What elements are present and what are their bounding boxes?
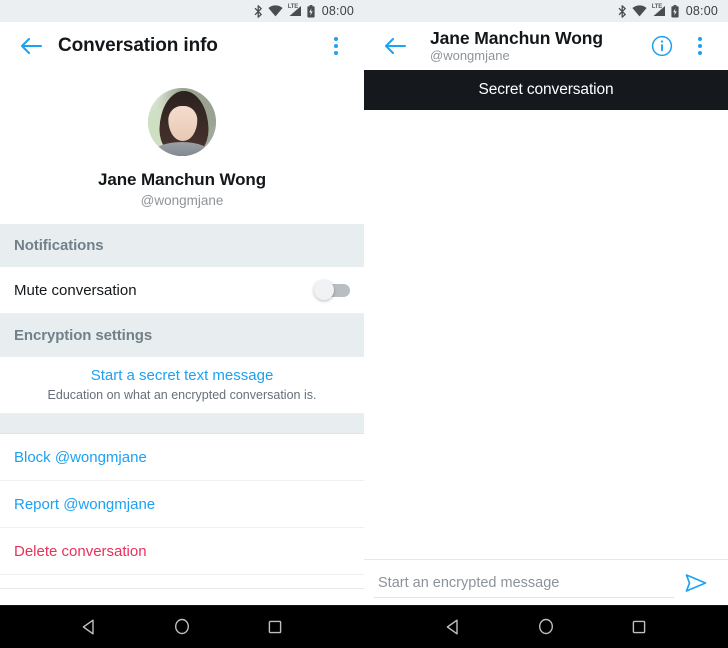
conversation-title-block[interactable]: Jane Manchun Wong @wongmjane xyxy=(430,28,644,64)
lte-label: LTE xyxy=(287,4,299,10)
status-bar-clock: 08:00 xyxy=(685,4,718,18)
row-block-user[interactable]: Block @wongmjane xyxy=(0,434,364,481)
lte-label: LTE xyxy=(651,4,663,10)
message-composer xyxy=(364,559,728,606)
right-panel-secret-conversation: LTE 08:00 Jane Manchun Wong @wongmjane S… xyxy=(364,0,728,647)
navigation-bar-left xyxy=(0,606,364,647)
row-mute-conversation[interactable]: Mute conversation xyxy=(0,267,364,314)
wifi-icon xyxy=(268,5,283,17)
message-input[interactable] xyxy=(374,568,674,598)
back-nav-button-left[interactable] xyxy=(69,606,109,648)
overflow-menu-button-left[interactable] xyxy=(318,26,354,66)
info-button[interactable] xyxy=(644,26,680,66)
conversation-title: Jane Manchun Wong xyxy=(430,28,603,48)
lte-signal-icon: LTE xyxy=(287,4,302,17)
back-nav-icon xyxy=(446,619,458,634)
info-icon xyxy=(651,35,673,57)
back-nav-button-right[interactable] xyxy=(433,606,473,648)
page-title: Conversation info xyxy=(58,35,218,56)
dual-screenshot-container: LTE 08:00 Conversation info Jane Manchun… xyxy=(0,0,728,647)
recents-nav-button-right[interactable] xyxy=(619,606,659,648)
status-bar-left: LTE 08:00 xyxy=(0,0,364,22)
list-bottom-divider xyxy=(0,575,364,589)
android-navigation-bar xyxy=(0,605,728,647)
kebab-icon xyxy=(334,37,338,55)
wifi-icon xyxy=(632,5,647,17)
recents-nav-icon xyxy=(269,620,282,633)
profile-header: Jane Manchun Wong @wongmjane xyxy=(0,70,364,224)
row-label-start-secret-text-message: Start a secret text message xyxy=(90,367,274,384)
app-bar-right: Jane Manchun Wong @wongmjane xyxy=(364,22,728,70)
left-panel-conversation-info: LTE 08:00 Conversation info Jane Manchun… xyxy=(0,0,364,647)
row-start-secret-text-message[interactable]: Start a secret text message Education on… xyxy=(0,357,364,414)
message-thread xyxy=(364,110,728,559)
battery-icon xyxy=(671,4,679,18)
row-label-mute-conversation: Mute conversation xyxy=(14,281,137,299)
mute-conversation-toggle[interactable] xyxy=(314,280,350,300)
kebab-icon xyxy=(698,37,702,55)
navigation-bar-right xyxy=(364,606,728,647)
section-header-encryption-settings: Encryption settings xyxy=(0,314,364,357)
send-button[interactable] xyxy=(674,563,718,603)
row-label-block-user: Block @wongmjane xyxy=(14,448,147,466)
row-delete-conversation[interactable]: Delete conversation xyxy=(0,528,364,575)
profile-handle: @wongmjane xyxy=(140,193,224,208)
profile-name: Jane Manchun Wong xyxy=(98,170,266,189)
row-sublabel-start-secret-text-message: Education on what an encrypted conversat… xyxy=(47,388,317,402)
section-spacer xyxy=(0,414,364,434)
recents-nav-button-left[interactable] xyxy=(255,606,295,648)
app-bar-left: Conversation info xyxy=(0,22,364,70)
home-nav-button-right[interactable] xyxy=(526,606,566,648)
home-nav-icon xyxy=(174,618,189,635)
conversation-handle: @wongmjane xyxy=(430,48,510,63)
status-bar-clock: 08:00 xyxy=(321,4,354,18)
recents-nav-icon xyxy=(633,620,646,633)
home-nav-button-left[interactable] xyxy=(162,606,202,648)
row-label-report-user: Report @wongmjane xyxy=(14,495,156,513)
bluetooth-icon xyxy=(254,4,263,18)
row-label-delete-conversation: Delete conversation xyxy=(14,542,147,560)
battery-icon xyxy=(307,4,315,18)
back-nav-icon xyxy=(82,619,94,634)
status-bar-right: LTE 08:00 xyxy=(364,0,728,22)
back-button-left[interactable] xyxy=(10,25,52,67)
avatar[interactable] xyxy=(148,88,216,156)
overflow-menu-button-right[interactable] xyxy=(682,26,718,66)
section-header-notifications: Notifications xyxy=(0,224,364,267)
bluetooth-icon xyxy=(618,4,627,18)
row-report-user[interactable]: Report @wongmjane xyxy=(0,481,364,528)
back-button-right[interactable] xyxy=(374,25,416,67)
home-nav-icon xyxy=(538,618,553,635)
secret-conversation-banner: Secret conversation xyxy=(364,70,728,110)
send-icon xyxy=(685,574,707,592)
lte-signal-icon: LTE xyxy=(651,4,666,17)
